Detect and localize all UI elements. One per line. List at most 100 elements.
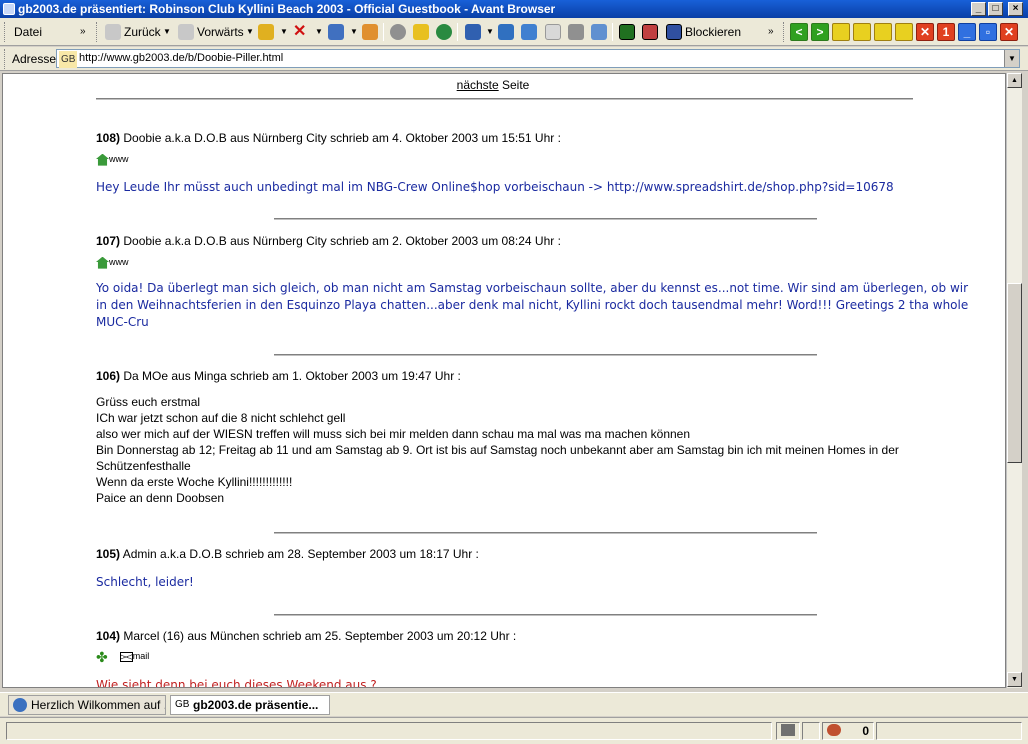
close-tab-icon[interactable]: ✕	[1000, 23, 1018, 41]
image-toggle-icon[interactable]	[619, 24, 635, 40]
close-one-icon[interactable]: 1	[937, 23, 955, 41]
divider	[274, 532, 817, 534]
vertical-scrollbar[interactable]: ▲ ▼	[1006, 73, 1022, 688]
forward-dropdown-icon[interactable]: ▼	[246, 22, 254, 42]
back-dropdown-icon[interactable]: ▼	[163, 22, 171, 42]
search-icon[interactable]	[390, 24, 406, 40]
single-window-icon[interactable]	[895, 23, 913, 41]
back-button[interactable]: Zurück	[124, 22, 161, 42]
toolbar-separator	[383, 23, 384, 41]
prev-tab-icon[interactable]: <	[790, 23, 808, 41]
address-label: Adresse:	[12, 52, 60, 66]
homepage-link[interactable]: www	[96, 153, 129, 166]
page-viewport[interactable]: nächste Seite 108) Doobie a.k.a D.O.B au…	[2, 73, 1006, 688]
entry-author-line: Admin a.k.a D.O.B schrieb am 28. Septemb…	[120, 547, 479, 561]
block-button[interactable]: Blockieren	[685, 22, 741, 42]
url-text: http://www.gb2003.de/b/Doobie-Piller.htm…	[79, 52, 284, 64]
toolbar-more-chevron[interactable]: »	[80, 22, 86, 42]
toolbar-separator	[612, 23, 613, 41]
refresh-dropdown-icon[interactable]: ▼	[350, 22, 358, 42]
minimize-tab-icon[interactable]: _	[958, 23, 976, 41]
scroll-thumb[interactable]	[1007, 283, 1022, 463]
toolbar-grip[interactable]	[96, 22, 99, 42]
favorites-star-icon[interactable]	[413, 24, 429, 40]
entry-header: 108) Doobie a.k.a D.O.B aus Nürnberg Cit…	[96, 131, 561, 145]
tab-herzlich-willkommen[interactable]: Herzlich Wilkommen auf ...	[8, 695, 166, 715]
url-dropdown-icon[interactable]: ▼	[1004, 50, 1019, 67]
divider	[274, 218, 817, 220]
toolbar-grip[interactable]	[4, 22, 7, 42]
message-line: Paice an denn Doobsen	[96, 491, 225, 505]
entry-author-line: Da MOe aus Minga schrieb am 1. Oktober 2…	[120, 369, 461, 383]
toolbar-more-chevron[interactable]: »	[768, 22, 774, 42]
entry-message: Schlecht, leider!	[96, 575, 194, 589]
message-line: Bin Donnerstag ab 12; Freitag ab 11 und …	[96, 443, 899, 473]
message-line: also wer mich auf der WIESN treffen will…	[96, 427, 691, 441]
network-icon	[781, 724, 795, 736]
flash-block-icon[interactable]	[642, 24, 658, 40]
up-folder-icon[interactable]	[258, 24, 274, 40]
restore-tab-icon[interactable]: ▫	[979, 23, 997, 41]
close-all-icon[interactable]: ✕	[916, 23, 934, 41]
site-favicon-icon: GB	[175, 699, 190, 710]
entry-number: 108)	[96, 131, 121, 145]
close-button[interactable]: ×	[1008, 2, 1023, 16]
entry-number: 105)	[96, 547, 121, 561]
home-icon	[96, 153, 109, 166]
forward-button[interactable]: Vorwärts	[197, 22, 244, 42]
refresh-icon[interactable]	[328, 24, 344, 40]
new-window-dropdown-icon[interactable]: ▼	[486, 22, 494, 42]
font-size-icon[interactable]	[498, 24, 514, 40]
mail-icon[interactable]	[591, 24, 607, 40]
scroll-down-button[interactable]: ▼	[1007, 672, 1022, 687]
new-window-icon[interactable]	[465, 24, 481, 40]
entry-author-line: Doobie a.k.a D.O.B aus Nürnberg City sch…	[120, 131, 561, 145]
url-input[interactable]: GB http://www.gb2003.de/b/Doobie-Piller.…	[56, 49, 1020, 68]
entry-author-line: Doobie a.k.a D.O.B aus Nürnberg City sch…	[120, 234, 561, 248]
tab-bar: Herzlich Wilkommen auf ... GB gb2003.de …	[0, 692, 1028, 716]
page-icon[interactable]	[545, 24, 561, 40]
entry-header: 106) Da MOe aus Minga schrieb am 1. Okto…	[96, 369, 461, 383]
entry-author-line: Marcel (16) aus München schrieb am 25. S…	[120, 629, 517, 643]
stop-dropdown-icon[interactable]: ▼	[315, 22, 323, 42]
next-tab-icon[interactable]: >	[811, 23, 829, 41]
popup-block-icon[interactable]	[666, 24, 682, 40]
tile-horizontal-icon[interactable]	[853, 23, 871, 41]
network-panel	[776, 722, 800, 740]
message-line: ICh war jetzt schon auf die 8 nicht schl…	[96, 411, 346, 425]
clover-icon[interactable]: ✤	[96, 650, 108, 664]
print-icon[interactable]	[568, 24, 584, 40]
toolbar-grip[interactable]	[783, 22, 786, 42]
mail-icon[interactable]	[119, 651, 133, 662]
popup-counter-panel[interactable]: 0	[822, 722, 874, 740]
spell-check-icon[interactable]	[521, 24, 537, 40]
maximize-button[interactable]: □	[988, 2, 1003, 16]
scroll-up-button[interactable]: ▲	[1007, 73, 1022, 88]
forward-arrow-icon[interactable]	[178, 24, 194, 40]
cascade-icon[interactable]	[832, 23, 850, 41]
tab-gb2003[interactable]: GB gb2003.de präsentie...	[170, 695, 330, 715]
up-dropdown-icon[interactable]: ▼	[280, 22, 288, 42]
entry-message: Wie sieht denn bei euch dieses Weekend a…	[96, 678, 377, 688]
entry-number: 106)	[96, 369, 121, 383]
status-bar: 0	[0, 717, 1028, 744]
message-line: Grüss euch erstmal	[96, 395, 201, 409]
back-arrow-icon[interactable]	[105, 24, 121, 40]
minimize-button[interactable]: _	[971, 2, 986, 16]
mail-link[interactable]: mail	[133, 651, 150, 661]
tile-vertical-icon[interactable]	[874, 23, 892, 41]
entry-header: 104) Marcel (16) aus München schrieb am …	[96, 629, 516, 643]
homepage-link[interactable]: www	[96, 256, 129, 269]
file-menu[interactable]: Datei	[14, 22, 42, 42]
stop-icon[interactable]: ✕	[293, 22, 306, 42]
window-title: gb2003.de präsentiert: Robinson Club Kyl…	[18, 2, 556, 16]
entry-header: 107) Doobie a.k.a D.O.B aus Nürnberg Cit…	[96, 234, 561, 248]
home-icon[interactable]	[362, 24, 378, 40]
next-page-link[interactable]: nächste	[457, 78, 499, 92]
site-favicon-icon: GB	[59, 51, 78, 68]
status-panel-right	[876, 722, 1022, 740]
title-bar[interactable]: gb2003.de präsentiert: Robinson Club Kyl…	[0, 0, 1028, 18]
history-icon[interactable]	[436, 24, 452, 40]
entry-header: 105) Admin a.k.a D.O.B schrieb am 28. Se…	[96, 547, 479, 561]
address-grip[interactable]	[4, 49, 7, 69]
